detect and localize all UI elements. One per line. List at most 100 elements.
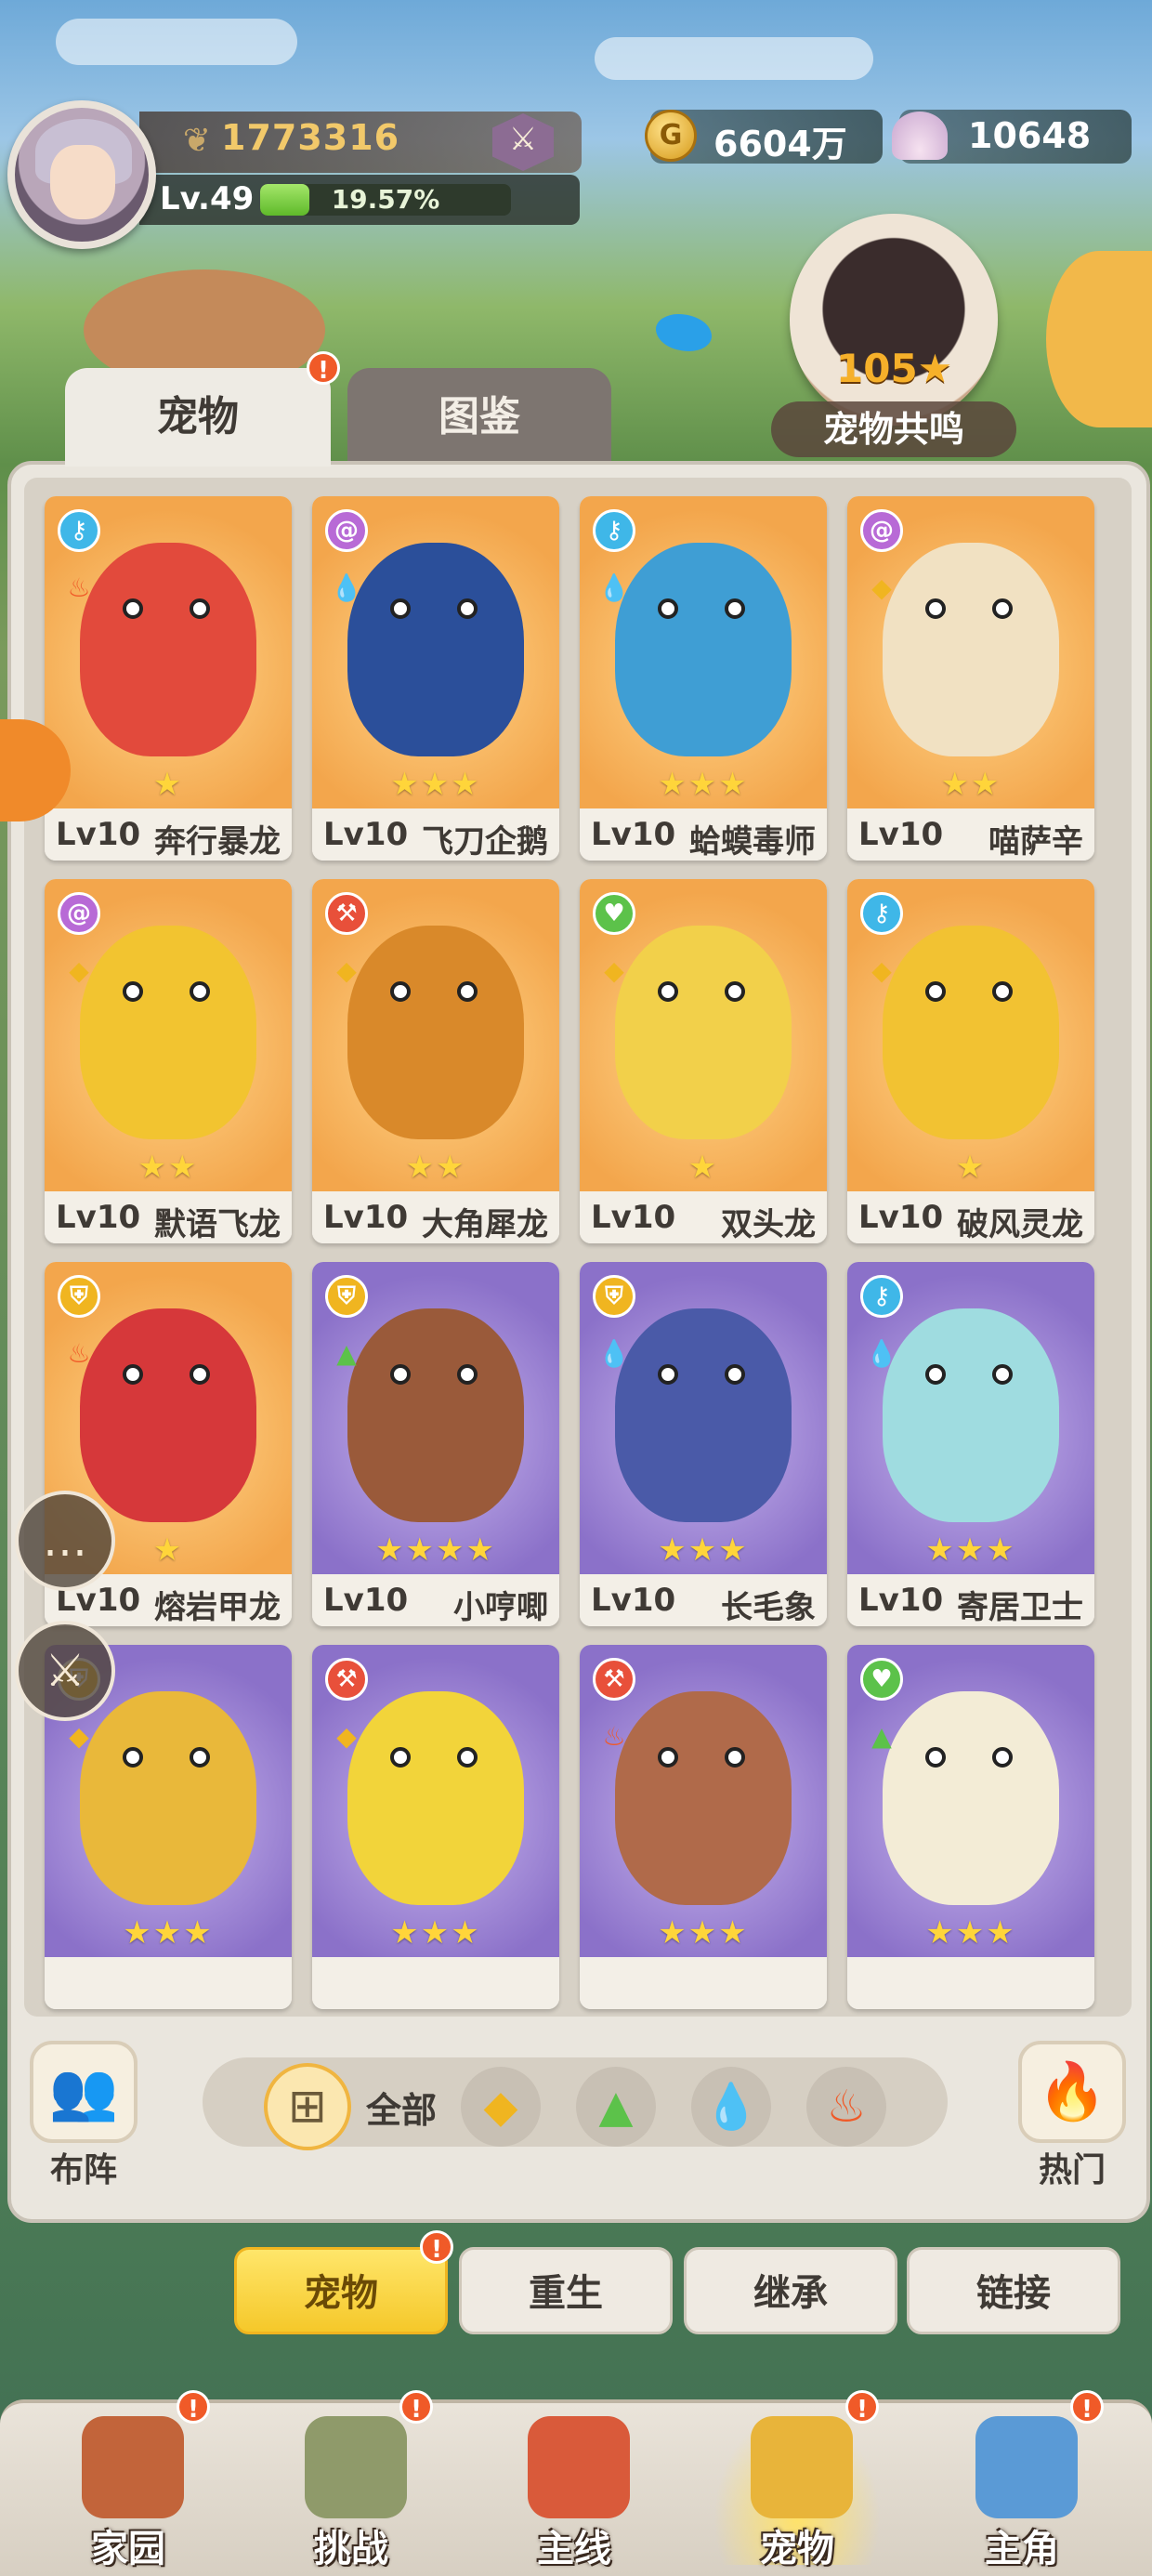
nav-label: 家园 [91,2528,165,2570]
tab-pets[interactable]: 宠物 [65,368,331,467]
tab-pets-alert-badge: ! [307,351,340,385]
cloud [56,19,297,65]
sub-tab[interactable]: 继承 [684,2247,897,2334]
pet-name: 破风灵龙 [957,1206,1083,1243]
pet-level: Lv10 [323,1582,409,1619]
earth-icon: ◆ [336,1721,357,1752]
flame-icon: 🔥 [1037,2059,1107,2124]
earth-icon: ◆ [336,955,357,986]
pet-caption [45,1957,292,2009]
challenge-icon [305,2416,407,2518]
pet-eye [658,598,678,619]
pet-eye [658,1747,678,1768]
filter-grass-icon[interactable]: ▲ [576,2067,656,2147]
pet-creature [615,926,792,1139]
hot-button[interactable]: 🔥 [1018,2041,1126,2143]
heart-icon: ♥ [593,892,635,935]
pet-card[interactable]: ⚷ ♨ ★ Lv10 奔行暴龙 [45,496,292,861]
pet-name: 长毛象 [721,1589,816,1626]
pet-card[interactable]: ⚒ ♨ ★★★ [580,1645,827,2009]
key-icon: ⚷ [860,1275,903,1318]
sub-tab[interactable]: 宠物 [234,2247,448,2334]
pet-card[interactable]: ⚷ 💧 ★★★ Lv10 寄居卫士 [847,1262,1094,1626]
pet-card[interactable]: ⛨ 💧 ★★★ Lv10 长毛象 [580,1262,827,1626]
pet-eye [457,981,478,1002]
pet-stars: ★★★ [390,1914,481,1952]
sub-tab[interactable]: 链接 [907,2247,1120,2334]
shield-icon: ⛨ [593,1275,635,1318]
pet-card[interactable]: ⚒ ◆ ★★ Lv10 大角犀龙 [312,879,559,1243]
main-quest-icon [528,2416,630,2518]
pet-creature [80,1308,256,1522]
nav-item[interactable]: 主线 [481,2411,667,2570]
pet-stars: ★ [687,1149,719,1186]
pet-eye [390,1364,411,1385]
pet-card[interactable]: ⛨ ▲ ★★★★ Lv10 小哼唧 [312,1262,559,1626]
lineup-label: 布阵 [49,2151,117,2189]
shield-icon: ⛨ [58,1275,100,1318]
battle-swords-icon[interactable]: ⚔ [15,1621,115,1721]
pet-card[interactable]: ⚷ 💧 ★★★ Lv10 蛤蟆毒师 [580,496,827,861]
pet-card[interactable]: ⚒ ◆ ★★★ [312,1645,559,2009]
gold-coin-icon: G [645,110,697,162]
pet-name: 熔岩甲龙 [154,1589,281,1626]
pet-stars: ★★★ [658,1531,749,1569]
chat-icon[interactable]: … [15,1491,115,1591]
grass-icon: ▲ [871,1721,892,1752]
filter-fire-icon[interactable]: ♨ [806,2067,886,2147]
nav-item[interactable]: 挑战 [258,2411,444,2570]
nav-item[interactable]: 宠物 [704,2411,890,2570]
earth-icon: ◆ [604,955,624,986]
pet-card[interactable]: ♥ ▲ ★★★ [847,1645,1094,2009]
earth-icon: ◆ [871,955,892,986]
wings-icon: ❦ [182,122,212,160]
pet-eye [992,1747,1013,1768]
water-icon: 💧 [597,572,631,603]
filter-earth-icon[interactable]: ◆ [461,2067,541,2147]
lineup-button[interactable]: 👥 [30,2041,137,2143]
sub-tab[interactable]: 重生 [459,2247,673,2334]
shield-icon: ⛨ [325,1275,368,1318]
tab-collection[interactable]: 图鉴 [347,368,611,467]
pet-name: 默语飞龙 [154,1206,281,1243]
pet-level: Lv10 [323,816,409,853]
pet-stars: ★ [152,766,184,803]
pet-card[interactable]: @ ◆ ★★ Lv10 喵萨辛 [847,496,1094,861]
pet-card[interactable]: @ 💧 ★★★ Lv10 飞刀企鹅 [312,496,559,861]
pet-caption [847,1957,1094,2009]
avatar[interactable] [7,100,156,249]
dragon-peek-decoration [1046,251,1152,427]
pet-creature [347,543,524,756]
heart-icon: ♥ [860,1658,903,1701]
pet-creature [80,543,256,756]
pet-eye [190,598,210,619]
nav-alert-badge: ! [1070,2390,1104,2424]
pet-eye [658,1364,678,1385]
nav-label: 主线 [537,2528,611,2570]
pet-caption [312,1957,559,2009]
pet-resonance-button[interactable]: 105★ 宠物共鸣 [771,206,1016,457]
pet-card[interactable]: @ ◆ ★★ Lv10 默语飞龙 [45,879,292,1243]
pet-name: 飞刀企鹅 [422,823,548,861]
pet-eye [457,1747,478,1768]
pet-creature [883,926,1059,1139]
nav-item[interactable]: 家园 [35,2411,221,2570]
pet-eye [457,598,478,619]
filter-all-button[interactable]: ⊞ [264,2063,351,2150]
pet-card[interactable]: ♥ ◆ ★ Lv10 双头龙 [580,879,827,1243]
pet-card[interactable]: ⚷ ◆ ★ Lv10 破风灵龙 [847,879,1094,1243]
pet-eye [725,1364,745,1385]
pet-level: Lv10 [323,1199,409,1236]
key-icon: ⚷ [58,509,100,552]
pet-creature [347,1691,524,1905]
pet-stars: ★★ [940,766,1001,803]
swirl-icon: @ [325,509,368,552]
pet-eye [190,1747,210,1768]
pet-creature [347,1308,524,1522]
filter-water-icon[interactable]: 💧 [691,2067,771,2147]
pet-stars: ★★★★ [375,1531,496,1569]
player-level: Lv.49 [160,180,255,217]
team-icon: 👥 [48,2059,119,2124]
nav-item[interactable]: 主角 [929,2411,1115,2570]
combat-power-value: 1773316 [221,117,400,158]
